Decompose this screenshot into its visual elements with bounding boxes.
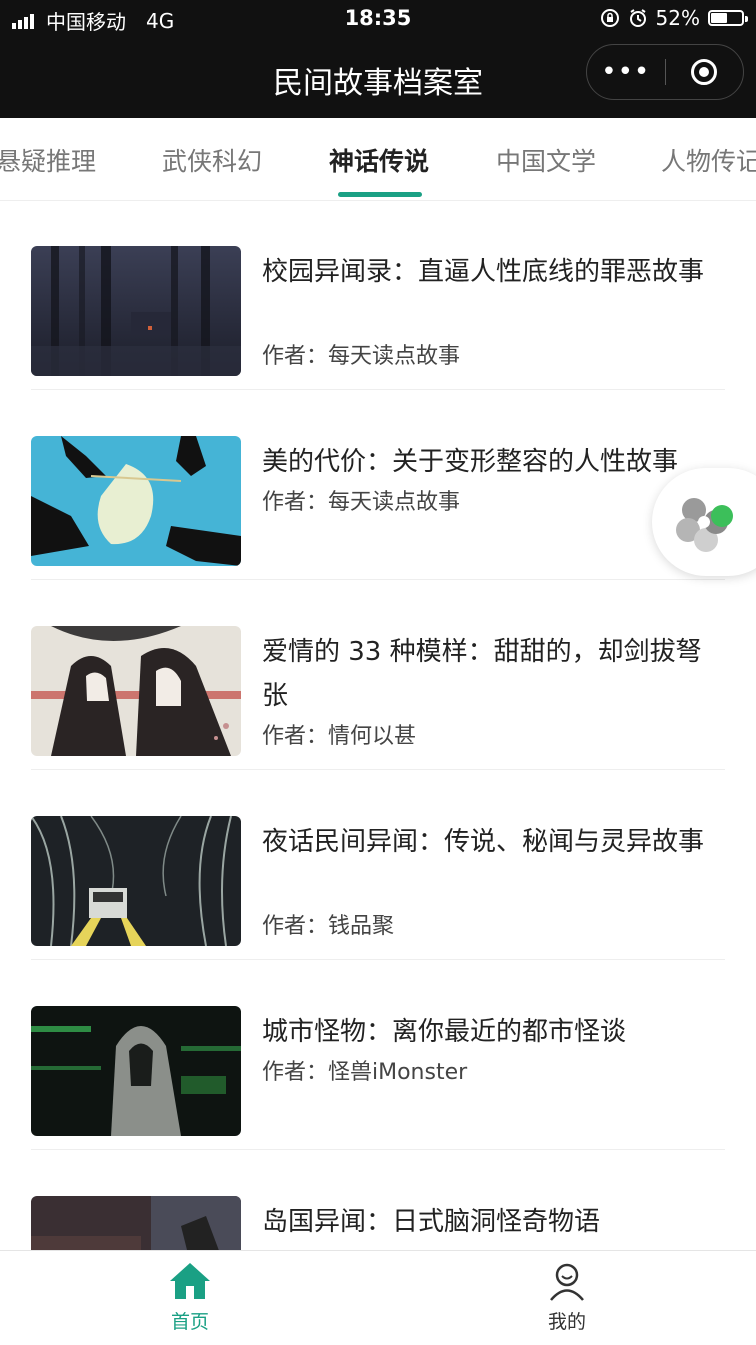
article-author: 作者：怪兽iMonster	[262, 1060, 468, 1085]
article-author: 作者：情何以甚	[262, 724, 417, 749]
tab-biography[interactable]: 人物传记	[661, 142, 756, 178]
tab-profile-label: 我的	[547, 1311, 586, 1333]
article-title[interactable]: 岛国异闻：日式脑洞怪奇物语	[262, 1200, 718, 1244]
list-item[interactable]: 城市怪物：离你最近的都市怪谈 作者：怪兽iMonster	[0, 960, 756, 1150]
target-icon	[691, 59, 718, 85]
battery-percent: 52%	[655, 6, 700, 30]
article-title[interactable]: 爱情的 33 种模样：甜甜的，却剑拔弩张	[262, 630, 718, 718]
list-item[interactable]: 爱情的 33 种模样：甜甜的，却剑拔弩张 作者：情何以甚	[0, 580, 756, 770]
navigation-bar: 民间故事档案室 •••	[0, 38, 756, 118]
tab-home-label: 首页	[170, 1311, 209, 1333]
tab-wuxia-scifi[interactable]: 武侠科幻	[162, 142, 262, 178]
category-tabs: 悬疑推理 武侠科幻 神话传说 中国文学 人物传记	[0, 118, 756, 201]
more-dots-icon[interactable]: •••	[587, 57, 665, 87]
tab-suspense[interactable]: 悬疑推理	[0, 142, 96, 178]
alarm-icon	[629, 9, 646, 27]
floating-action-button[interactable]	[652, 468, 756, 576]
bottom-tab-bar: 首页 我的	[0, 1250, 756, 1345]
tab-mythology[interactable]: 神话传说	[329, 142, 429, 178]
rotation-lock-icon	[600, 9, 619, 27]
list-item[interactable]: 美的代价：关于变形整容的人性故事 作者：每天读点故事	[0, 390, 756, 580]
user-icon	[550, 1263, 584, 1301]
mini-program-capsule: •••	[586, 44, 744, 100]
status-bar: 中国移动 4G 18:35 52%	[0, 0, 756, 38]
article-title[interactable]: 夜话民间异闻：传说、秘闻与灵异故事	[262, 820, 718, 864]
battery-icon	[708, 10, 748, 26]
close-mini-program-button[interactable]	[666, 59, 744, 85]
tab-chinese-literature[interactable]: 中国文学	[496, 142, 596, 178]
home-icon	[170, 1263, 210, 1299]
article-author: 作者：每天读点故事	[262, 344, 461, 369]
article-author: 作者：每天读点故事	[262, 490, 461, 515]
list-item[interactable]: 夜话民间异闻：传说、秘闻与灵异故事 作者：钱品聚	[0, 770, 756, 960]
article-thumbnail	[31, 816, 241, 946]
article-title[interactable]: 美的代价：关于变形整容的人性故事	[262, 440, 718, 484]
article-thumbnail	[31, 626, 241, 756]
article-title[interactable]: 城市怪物：离你最近的都市怪谈	[262, 1010, 718, 1054]
tab-home[interactable]: 首页	[120, 1261, 260, 1334]
article-thumbnail	[31, 436, 241, 566]
active-tab-indicator	[338, 192, 422, 197]
article-title[interactable]: 校园异闻录：直逼人性底线的罪恶故事	[262, 250, 718, 294]
pinwheel-icon	[676, 498, 733, 552]
tab-profile[interactable]: 我的	[497, 1261, 637, 1334]
article-author: 作者：钱品聚	[262, 914, 395, 939]
list-item[interactable]: 校园异闻录：直逼人性底线的罪恶故事 作者：每天读点故事	[0, 200, 756, 390]
article-thumbnail	[31, 246, 241, 376]
article-thumbnail	[31, 1006, 241, 1136]
